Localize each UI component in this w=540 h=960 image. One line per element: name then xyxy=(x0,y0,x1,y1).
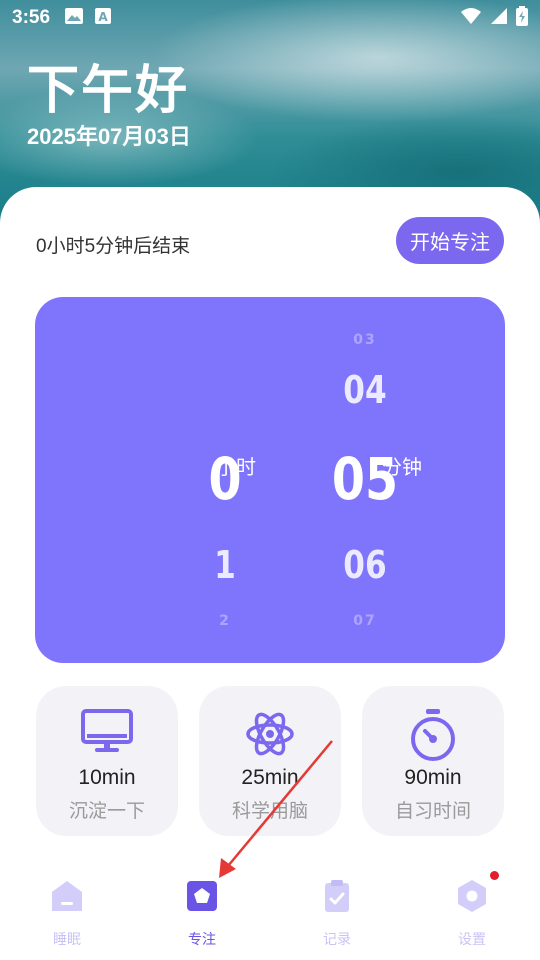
hour-far-value[interactable]: 2 xyxy=(185,613,265,629)
remaining-time-text: 0小时5分钟后结束 xyxy=(36,236,191,257)
tab-sleep[interactable]: 睡眠 xyxy=(17,878,117,949)
minute-far-prev-value[interactable]: 03 xyxy=(315,332,415,348)
greeting-title: 下午好 xyxy=(27,62,190,120)
preset-10min-button[interactable]: 10min 沉淀一下 xyxy=(36,686,178,836)
stopwatch-icon xyxy=(407,708,459,767)
time-picker: 0 1 2 小时 03 04 05 06 07 分钟 xyxy=(35,297,505,663)
minute-prev-value[interactable]: 04 xyxy=(324,368,406,412)
settings-icon xyxy=(422,878,522,919)
monitor-icon xyxy=(80,708,134,759)
preset-25min-button[interactable]: 25min 科学用脑 xyxy=(199,686,341,836)
preset-90min-button[interactable]: 90min 自习时间 xyxy=(362,686,504,836)
hour-unit-label: 小时 xyxy=(216,457,256,479)
minute-far-next-value[interactable]: 07 xyxy=(315,613,415,629)
clipboard-icon xyxy=(287,878,387,919)
start-focus-button[interactable]: 开始专注 xyxy=(396,217,504,264)
image-icon xyxy=(64,7,84,30)
wifi-icon xyxy=(460,7,482,30)
preset-label: 自习时间 xyxy=(394,801,471,822)
preset-label: 沉淀一下 xyxy=(68,801,145,822)
preset-time: 10min xyxy=(78,766,136,789)
font-a-icon: A xyxy=(94,7,112,30)
home-icon xyxy=(17,878,117,919)
notification-badge xyxy=(490,871,499,880)
battery-charging-icon xyxy=(516,5,528,31)
status-time: 3:56 xyxy=(12,7,51,28)
minute-next-value[interactable]: 06 xyxy=(324,543,406,587)
minute-unit-label: 分钟 xyxy=(382,457,422,479)
atom-icon xyxy=(244,708,296,765)
preset-time: 25min xyxy=(241,766,299,789)
tab-label: 专注 xyxy=(188,931,216,947)
tab-focus[interactable]: 专注 xyxy=(152,878,252,949)
status-bar: 3:56 A xyxy=(0,0,540,36)
tab-settings[interactable]: 设置 xyxy=(422,871,522,949)
focus-icon xyxy=(152,878,252,919)
tab-label: 睡眠 xyxy=(53,931,81,947)
preset-time: 90min xyxy=(404,766,462,789)
tab-label: 设置 xyxy=(458,931,486,947)
tab-records[interactable]: 记录 xyxy=(287,878,387,949)
svg-text:A: A xyxy=(98,10,108,24)
hour-next-value[interactable]: 1 xyxy=(192,543,258,587)
preset-label: 科学用脑 xyxy=(231,801,308,822)
signal-icon xyxy=(490,7,508,30)
bottom-tab-bar: 睡眠 专注 记录 设置 xyxy=(0,868,540,960)
current-date: 2025年07月03日 xyxy=(27,124,191,149)
tab-label: 记录 xyxy=(323,931,351,947)
